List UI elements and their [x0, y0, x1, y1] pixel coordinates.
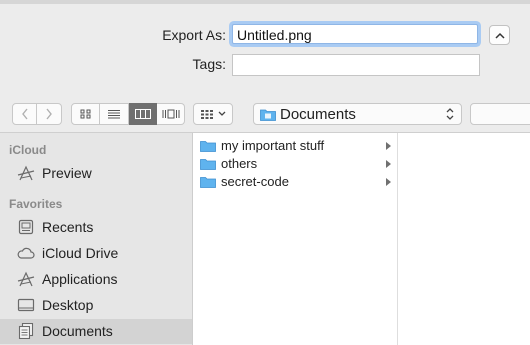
sidebar-item-applications[interactable]: Applications — [0, 267, 192, 292]
sidebar-item-label: Applications — [42, 271, 118, 287]
chevron-right-icon — [46, 108, 52, 120]
up-down-chevron-icon — [446, 108, 454, 120]
folder-name: my important stuff — [221, 138, 325, 153]
expand-dialog-button[interactable] — [489, 25, 510, 45]
disclosure-arrow-icon — [386, 178, 391, 186]
search-field[interactable] — [470, 103, 530, 125]
sidebar-item-label: Recents — [42, 219, 94, 235]
folder-row-secret-code[interactable]: secret-code — [193, 173, 397, 191]
sidebar-item-icloud-drive[interactable]: iCloud Drive — [0, 241, 192, 266]
sidebar-item-desktop[interactable]: Desktop — [0, 293, 192, 318]
group-grid-icon — [201, 110, 213, 119]
icon-grid-icon — [80, 109, 90, 119]
browser-column-documents: my important stuff others secret-code — [193, 133, 398, 345]
column-view-button[interactable] — [129, 103, 157, 125]
sidebar-section-favorites: Favorites — [9, 197, 63, 211]
browser-column-empty — [398, 133, 530, 345]
recents-icon — [18, 219, 34, 235]
sidebar-section-icloud: iCloud — [9, 143, 47, 157]
location-popup[interactable]: Documents — [253, 103, 462, 125]
folder-row-my-important-stuff[interactable]: my important stuff — [193, 137, 397, 155]
folder-row-others[interactable]: others — [193, 155, 397, 173]
export-form: Export As: Untitled.png Tags: — [0, 4, 530, 87]
chevron-left-icon — [21, 108, 28, 120]
browser-toolbar: Documents — [0, 86, 530, 133]
sidebar-item-preview[interactable]: Preview — [0, 161, 192, 186]
folder-icon — [200, 141, 216, 152]
sidebar-item-documents[interactable]: Documents — [0, 319, 192, 344]
sidebar-item-label: Desktop — [42, 297, 94, 313]
cover-flow-icon — [162, 109, 179, 119]
disclosure-arrow-icon — [386, 142, 391, 150]
chevron-up-icon — [494, 32, 505, 39]
export-as-label: Export As: — [162, 27, 226, 43]
list-view-button[interactable] — [100, 103, 129, 125]
sidebar-item-label: Preview — [42, 165, 92, 181]
filename-field[interactable]: Untitled.png — [232, 24, 478, 44]
back-button[interactable] — [12, 103, 37, 125]
icon-view-button[interactable] — [71, 103, 100, 125]
applications-icon — [17, 271, 35, 287]
tags-label: Tags: — [192, 56, 226, 72]
folder-icon — [200, 159, 216, 170]
cover-flow-view-button[interactable] — [157, 103, 185, 125]
folder-name: secret-code — [221, 174, 289, 189]
forward-button[interactable] — [37, 103, 62, 125]
columns-icon — [135, 109, 151, 119]
sidebar-item-label: iCloud Drive — [42, 245, 119, 261]
chevron-down-icon — [218, 111, 226, 116]
location-label: Documents — [280, 106, 356, 123]
sidebar-item-label: Documents — [42, 323, 113, 339]
folder-name: others — [221, 156, 258, 171]
desktop-icon — [17, 298, 35, 312]
cloud-icon — [17, 247, 35, 259]
sidebar-item-recents[interactable]: Recents — [0, 215, 192, 240]
preview-app-icon — [17, 165, 35, 181]
list-lines-icon — [108, 110, 120, 119]
arrange-menu-button[interactable] — [193, 103, 233, 125]
tags-field[interactable] — [232, 54, 480, 76]
sidebar: iCloud Preview Favorites Recents iCloud … — [0, 133, 193, 345]
documents-folder-icon — [260, 109, 276, 121]
documents-icon — [18, 323, 34, 339]
folder-icon — [200, 177, 216, 188]
disclosure-arrow-icon — [386, 160, 391, 168]
